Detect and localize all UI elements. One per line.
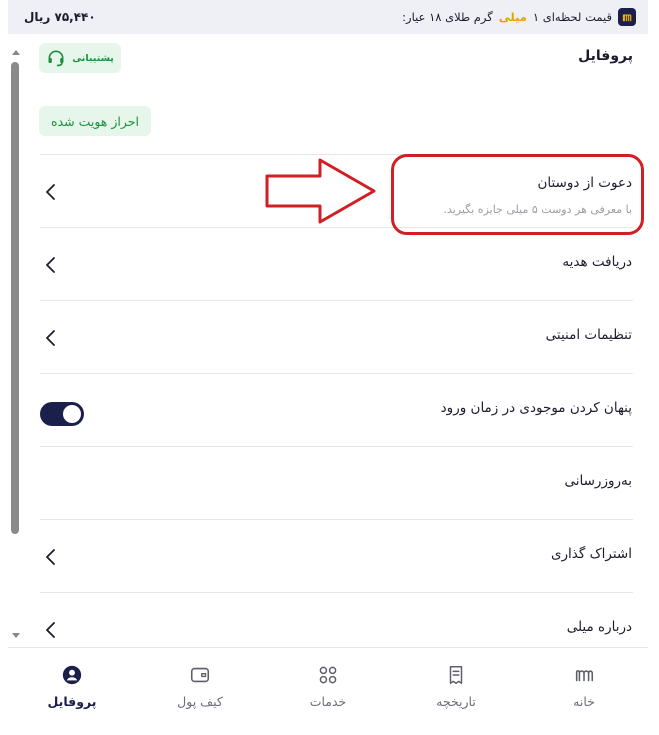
- home-logo-icon: [573, 664, 595, 686]
- scroll-up-arrow-icon[interactable]: [12, 50, 20, 55]
- grid-icon: [317, 664, 339, 686]
- hide-balance-toggle[interactable]: [40, 402, 84, 426]
- verified-label: احراز هویت شده: [51, 113, 139, 129]
- gold-price-info: قیمت لحظه‌ای ۱ میلی گرم طلای ۱۸ عیار:: [402, 8, 636, 26]
- page-title: پروفایل: [578, 48, 633, 64]
- price-suffix: گرم طلای ۱۸ عیار:: [402, 10, 493, 24]
- nav-label: کیف پول: [177, 694, 223, 709]
- chevron-left-icon: [44, 183, 56, 201]
- menu-item-update[interactable]: به‌روزرسانی: [40, 446, 633, 519]
- chevron-left-icon: [44, 548, 56, 566]
- scroll-down-arrow-icon[interactable]: [12, 633, 20, 638]
- nav-item-wallet[interactable]: کیف پول: [136, 648, 264, 735]
- menu-item-label: تنظیمات امنیتی: [545, 327, 632, 343]
- menu-item-share[interactable]: اشتراک گذاری: [40, 519, 633, 592]
- receipt-icon: [445, 664, 467, 686]
- support-button[interactable]: پشتیبانی: [39, 43, 121, 73]
- nav-label: خانه: [573, 694, 595, 709]
- menu-item-security-settings[interactable]: تنظیمات امنیتی: [40, 300, 633, 373]
- menu-item-receive-gift[interactable]: دریافت هدیه: [40, 227, 633, 300]
- headset-icon: [48, 50, 64, 67]
- menu-item-label: به‌روزرسانی: [564, 473, 632, 489]
- nav-label: تاریخچه: [436, 694, 476, 709]
- nav-item-home[interactable]: خانه: [520, 648, 648, 735]
- chevron-left-icon: [44, 256, 56, 274]
- price-brand: میلی: [498, 10, 527, 24]
- scrollbar-thumb[interactable]: [11, 62, 19, 534]
- menu-item-label: اشتراک گذاری: [550, 546, 632, 562]
- toggle-knob: [63, 405, 81, 423]
- menu-item-label: پنهان کردن موجودی در زمان ورود: [440, 400, 632, 416]
- chevron-left-icon: [44, 621, 56, 639]
- bottom-navigation: پروفایل کیف پول خدمات تاریخچه خانه: [8, 647, 648, 735]
- verified-status-badge: احراز هویت شده: [39, 106, 151, 136]
- menu-item-label: دریافت هدیه: [562, 254, 632, 270]
- mili-logo-icon: [618, 8, 636, 26]
- nav-item-services[interactable]: خدمات: [264, 648, 392, 735]
- wallet-icon: [189, 664, 211, 686]
- nav-item-profile[interactable]: پروفایل: [8, 648, 136, 735]
- nav-label: پروفایل: [47, 694, 97, 709]
- price-ticker-bar: قیمت لحظه‌ای ۱ میلی گرم طلای ۱۸ عیار: ۷۵…: [8, 0, 648, 34]
- gold-price-value: ۷۵,۴۴۰ ریال: [24, 10, 96, 24]
- user-icon: [61, 664, 83, 686]
- menu-item-label: درباره میلی: [566, 619, 632, 635]
- chevron-left-icon: [44, 329, 56, 347]
- price-prefix: قیمت لحظه‌ای ۱: [532, 10, 612, 24]
- support-label: پشتیبانی: [72, 52, 114, 64]
- annotation-arrow-icon: [265, 158, 376, 224]
- highlight-annotation-frame: [391, 154, 644, 235]
- nav-item-history[interactable]: تاریخچه: [392, 648, 520, 735]
- menu-item-hide-balance: پنهان کردن موجودی در زمان ورود: [40, 373, 633, 446]
- nav-label: خدمات: [309, 694, 347, 709]
